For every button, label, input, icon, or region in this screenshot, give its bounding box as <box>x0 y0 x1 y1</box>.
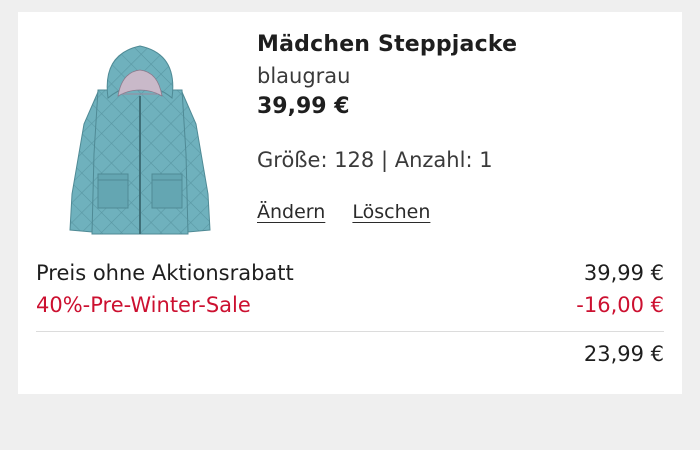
discount-label: 40%-Pre-Winter-Sale <box>36 293 251 317</box>
delete-link[interactable]: Löschen <box>352 201 430 223</box>
total-value: 23,99 € <box>583 342 664 366</box>
size-label: Größe: 128 <box>257 148 375 172</box>
jacket-icon <box>69 45 211 235</box>
summary-divider <box>36 331 664 332</box>
product-price: 39,99 € <box>257 94 350 119</box>
discount-value: -16,00 € <box>576 293 664 317</box>
product-name[interactable]: Mädchen Steppjacke <box>257 30 667 60</box>
product-image[interactable] <box>62 34 218 240</box>
base-price-value: 39,99 € <box>583 261 664 285</box>
base-price-label: Preis ohne Aktionsrabatt <box>36 261 294 285</box>
product-meta: Größe: 128 | Anzahl: 1 <box>257 145 667 175</box>
product-info: Mädchen Steppjacke blaugrau 39,99 € Größ… <box>257 30 667 223</box>
edit-link[interactable]: Ändern <box>257 201 325 223</box>
quantity-label: Anzahl: 1 <box>394 148 493 172</box>
discount-row: 40%-Pre-Winter-Sale -16,00 € <box>36 289 664 321</box>
cart-item-card: Mädchen Steppjacke blaugrau 39,99 € Größ… <box>18 12 682 394</box>
item-actions: Ändern Löschen <box>257 201 667 223</box>
meta-separator: | <box>380 148 389 172</box>
price-summary: Preis ohne Aktionsrabatt 39,99 € 40%-Pre… <box>36 257 664 370</box>
base-price-row: Preis ohne Aktionsrabatt 39,99 € <box>36 257 664 289</box>
product-color: blaugrau <box>257 64 351 88</box>
total-row: 23,99 € <box>36 338 664 370</box>
